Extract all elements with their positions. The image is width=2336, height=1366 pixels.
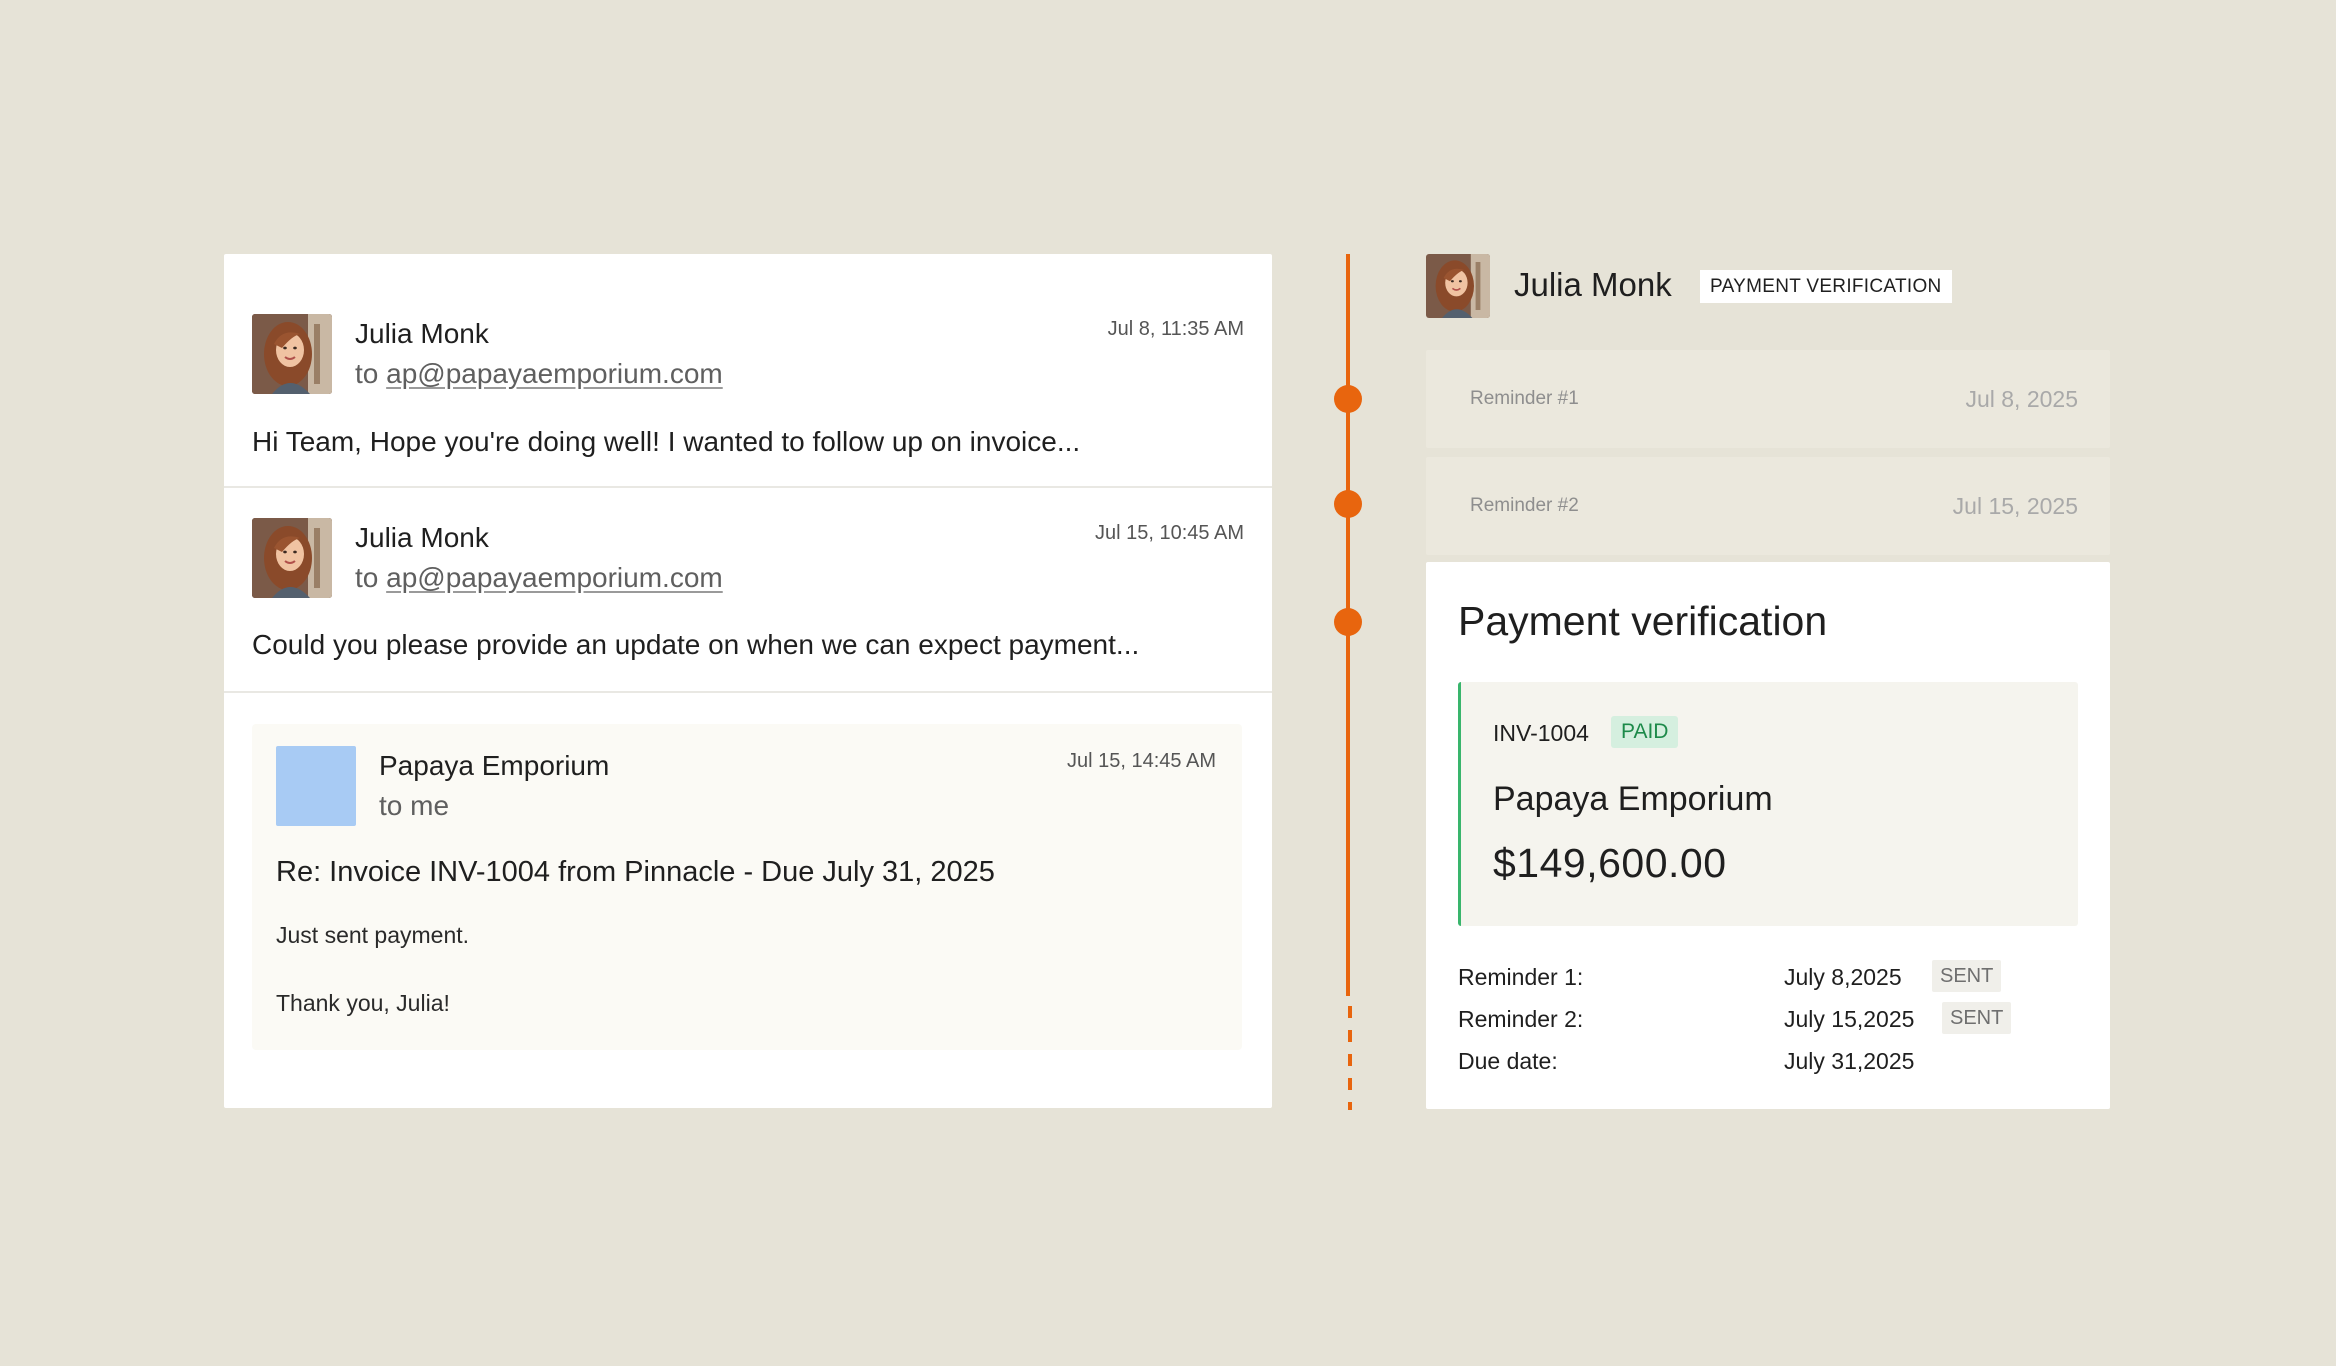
recipient-address-link[interactable]: ap@papayaemporium.com bbox=[386, 358, 723, 389]
sender-name: Julia Monk bbox=[355, 522, 489, 553]
detail-key: Due date: bbox=[1458, 1048, 1558, 1074]
message-body-line: Thank you, Julia! bbox=[276, 990, 450, 1016]
avatar bbox=[252, 314, 332, 394]
reminder-details-table: Reminder 1: July 8,2025 SENT Reminder 2:… bbox=[1458, 958, 2078, 1084]
avatar bbox=[252, 518, 332, 598]
reply-message[interactable]: Papaya Emporium to me Jul 15, 14:45 AM R… bbox=[252, 724, 1242, 1050]
avatar bbox=[276, 746, 356, 826]
email-message[interactable]: Julia Monk to ap@papayaemporium.com Jul … bbox=[224, 254, 1272, 488]
invoice-amount: $149,600.00 bbox=[1493, 840, 1727, 886]
detail-key: Reminder 2: bbox=[1458, 1006, 1584, 1032]
message-preview: Could you please provide an update on wh… bbox=[252, 629, 1140, 660]
timeline-dashed-line bbox=[1348, 1006, 1352, 1110]
sent-tag: SENT bbox=[1932, 960, 2002, 992]
recipient-prefix: to bbox=[355, 562, 379, 593]
detail-row: Due date: July 31,2025 bbox=[1458, 1042, 2078, 1084]
email-thread: Julia Monk to ap@papayaemporium.com Jul … bbox=[224, 254, 1272, 1108]
timeline-dot bbox=[1334, 385, 1362, 413]
detail-key: Reminder 1: bbox=[1458, 964, 1584, 990]
recipient-prefix: to bbox=[355, 358, 379, 389]
timeline-dot bbox=[1334, 608, 1362, 636]
invoice-company: Papaya Emporium bbox=[1493, 780, 1773, 818]
message-timestamp: Jul 15, 10:45 AM bbox=[1095, 522, 1244, 544]
detail-row: Reminder 2: July 15,2025 SENT bbox=[1458, 1000, 2078, 1042]
timeline-dot bbox=[1334, 490, 1362, 518]
paid-status-badge: PAID bbox=[1611, 716, 1679, 748]
avatar bbox=[1426, 254, 1490, 318]
message-subject: Re: Invoice INV-1004 from Pinnacle - Due… bbox=[276, 856, 995, 888]
payment-verification-panel: Payment verification INV-1004 PAID Papay… bbox=[1426, 562, 2110, 1109]
detail-value: July 31,2025 bbox=[1784, 1048, 1915, 1074]
reminder-date: Jul 8, 2025 bbox=[1965, 386, 2078, 412]
detail-value: July 8,2025 bbox=[1784, 964, 1902, 990]
reminder-row[interactable]: Reminder #1 Jul 8, 2025 bbox=[1426, 350, 2110, 448]
invoice-id: INV-1004 bbox=[1493, 720, 1589, 746]
detail-row: Reminder 1: July 8,2025 SENT bbox=[1458, 958, 2078, 1000]
message-body-line: Just sent payment. bbox=[276, 922, 470, 948]
recipient-line: to ap@papayaemporium.com bbox=[355, 562, 723, 594]
contact-name: Julia Monk bbox=[1514, 266, 1672, 303]
reminder-row[interactable]: Reminder #2 Jul 15, 2025 bbox=[1426, 457, 2110, 555]
invoice-card[interactable]: INV-1004 PAID Papaya Emporium $149,600.0… bbox=[1458, 682, 2078, 926]
reminder-date: Jul 15, 2025 bbox=[1952, 493, 2078, 519]
message-timestamp: Jul 8, 11:35 AM bbox=[1107, 318, 1244, 340]
recipient-address-link[interactable]: ap@papayaemporium.com bbox=[386, 562, 723, 593]
status-badge: PAYMENT VERIFICATION bbox=[1700, 270, 1952, 303]
email-message[interactable]: Julia Monk to ap@papayaemporium.com Jul … bbox=[224, 488, 1272, 693]
panel-title: Payment verification bbox=[1458, 598, 1828, 644]
sent-tag: SENT bbox=[1942, 1002, 2012, 1034]
recipient-line: to me bbox=[379, 790, 450, 821]
sender-name: Julia Monk bbox=[355, 318, 489, 349]
detail-value: July 15,2025 bbox=[1784, 1006, 1915, 1032]
recipient-line: to ap@papayaemporium.com bbox=[355, 358, 723, 390]
message-preview: Hi Team, Hope you're doing well! I wante… bbox=[252, 426, 1081, 457]
sender-name: Papaya Emporium bbox=[379, 750, 610, 781]
message-timestamp: Jul 15, 14:45 AM bbox=[1067, 750, 1216, 772]
reminder-label: Reminder #1 bbox=[1470, 388, 1579, 409]
reminder-label: Reminder #2 bbox=[1470, 495, 1579, 516]
